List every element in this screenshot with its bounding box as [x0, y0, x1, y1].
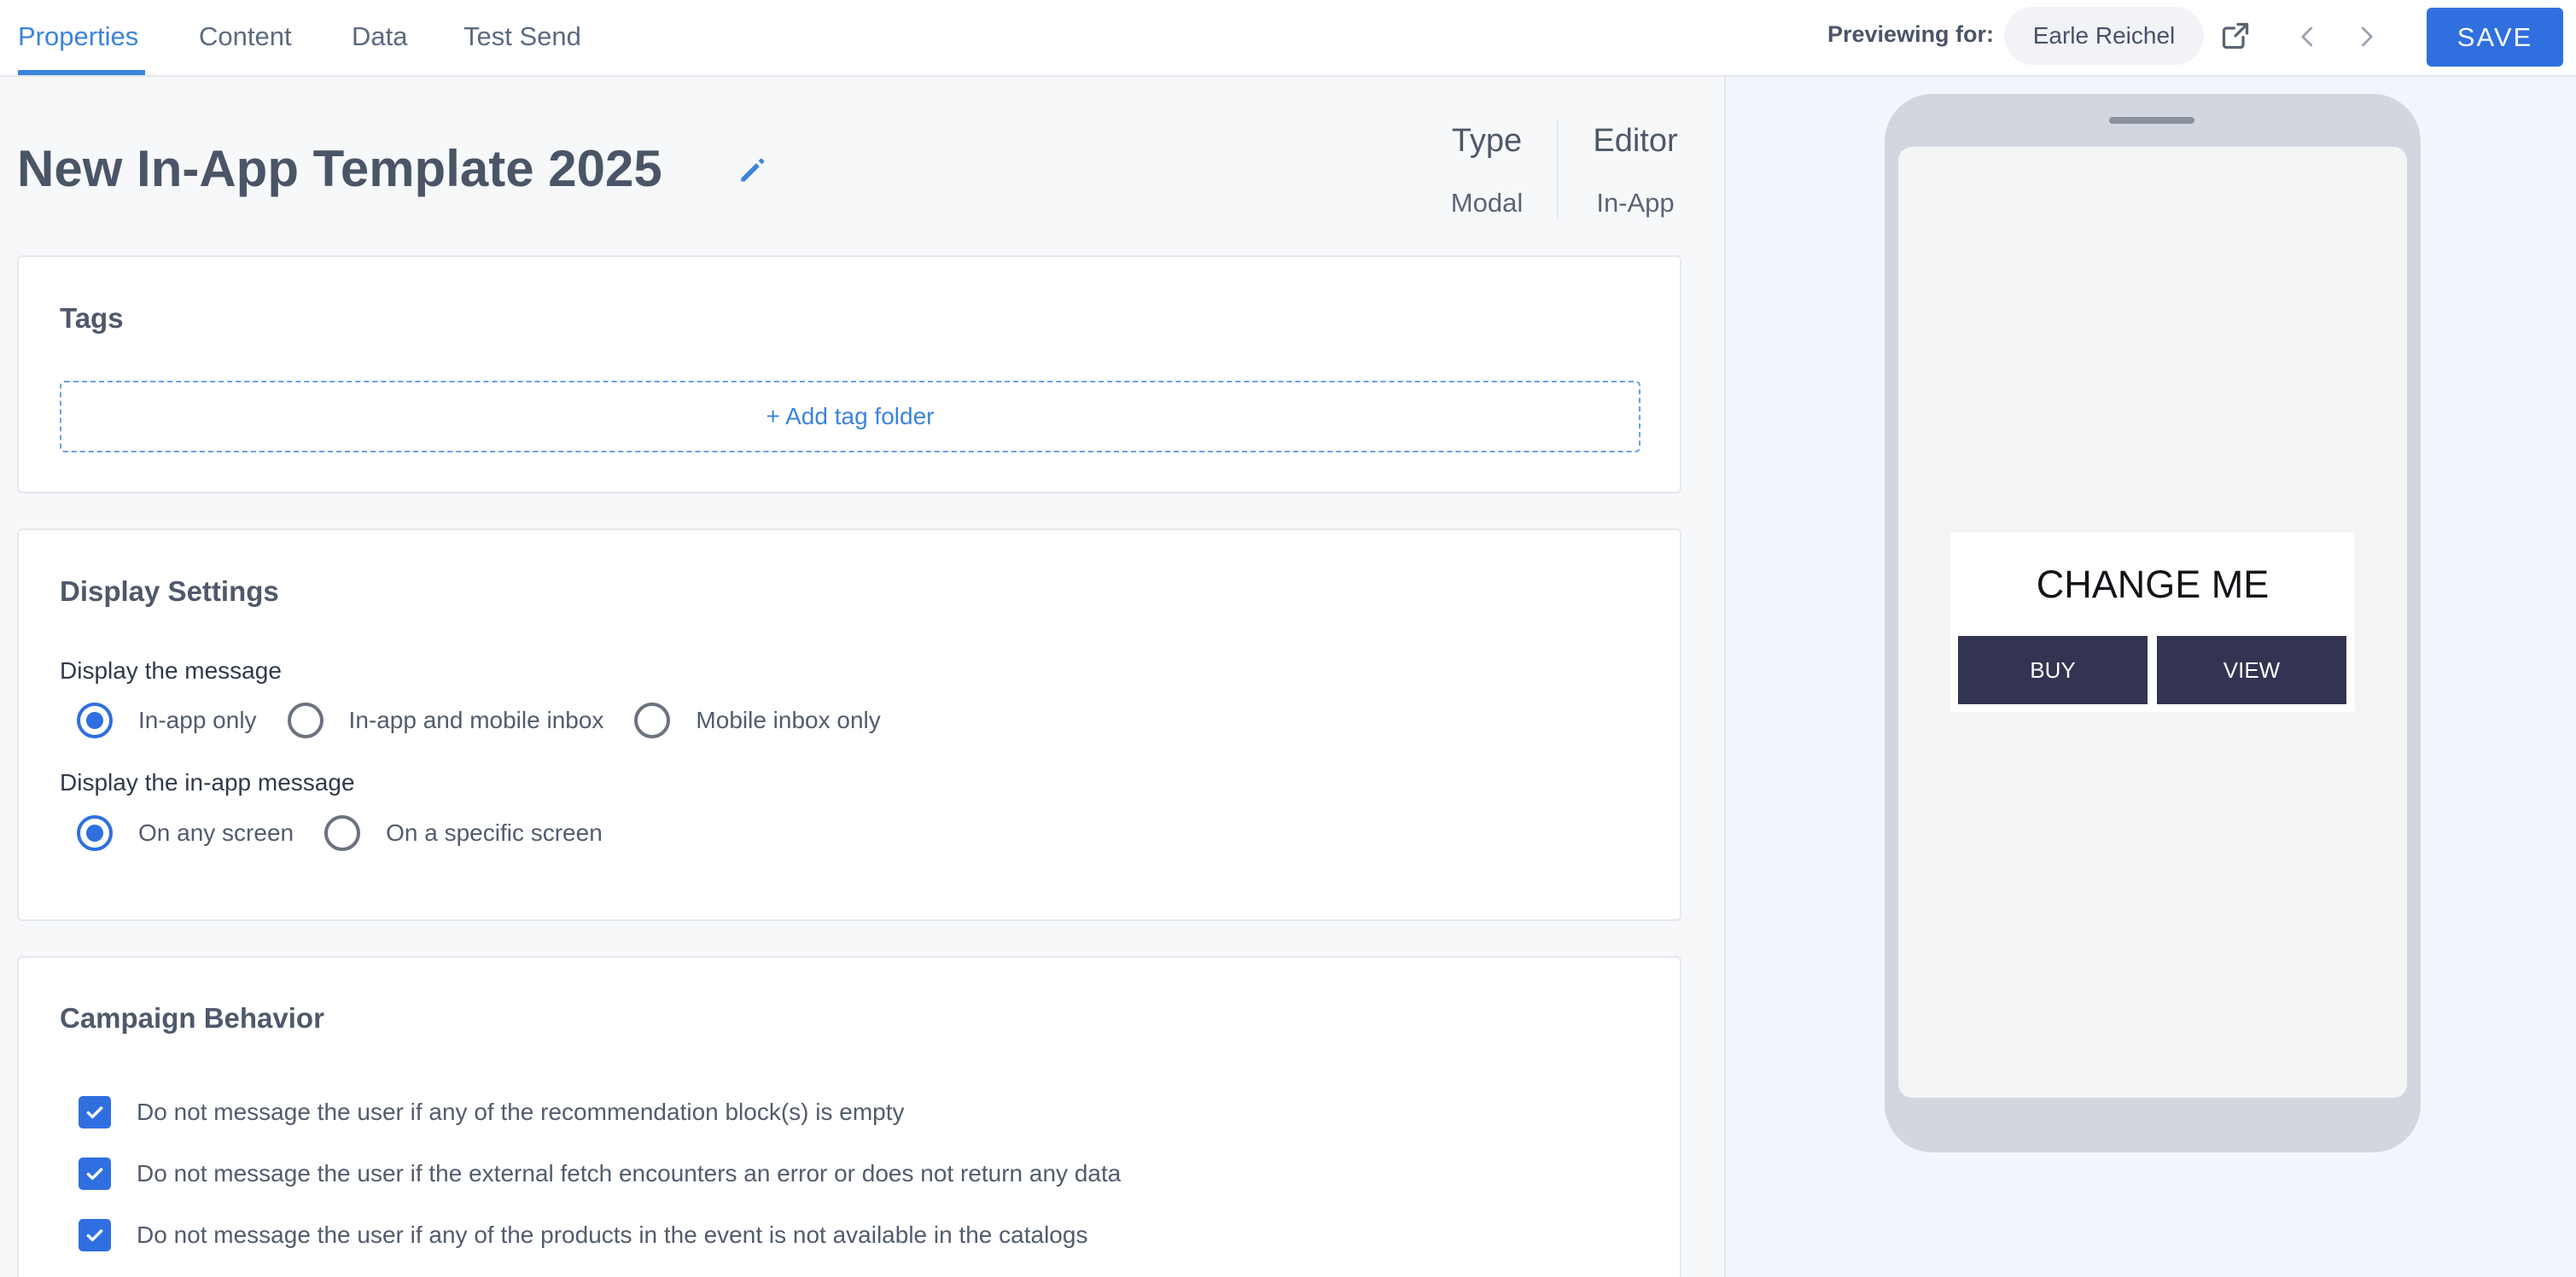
preview-user-selector[interactable]: Earle Reichel — [2004, 7, 2204, 65]
radio-label: Mobile inbox only — [696, 707, 881, 733]
modal-buy-button[interactable]: BUY — [1958, 636, 2148, 704]
tab-data[interactable]: Data — [352, 0, 407, 75]
page-title: New In-App Template 2025 — [17, 140, 662, 197]
pencil-icon[interactable] — [736, 155, 768, 187]
check-empty-recommendation[interactable]: Do not message the user if any of the re… — [79, 1095, 905, 1129]
modal-title: CHANGE ME — [2036, 563, 2270, 606]
checkbox-label: Do not message the user if the external … — [137, 1160, 1122, 1187]
radio-label: In-app only — [138, 707, 257, 733]
radio-unchecked-icon[interactable] — [287, 703, 323, 738]
check-products-unavailable[interactable]: Do not message the user if any of the pr… — [79, 1218, 1087, 1252]
external-link-icon[interactable] — [2220, 20, 2251, 51]
editor-heading: Editor — [1593, 123, 1678, 159]
campaign-behavior-title: Campaign Behavior — [60, 1002, 324, 1034]
checkbox-checked-icon[interactable] — [79, 1096, 111, 1128]
radio-checked-icon[interactable] — [77, 815, 113, 851]
tab-test-send[interactable]: Test Send — [463, 0, 581, 75]
radio-label: On a specific screen — [386, 819, 603, 846]
radio-label: On any screen — [138, 819, 294, 846]
display-message-label: Display the message — [60, 657, 282, 684]
chevron-right-icon[interactable] — [2353, 22, 2379, 51]
type-heading: Type — [1451, 123, 1523, 159]
top-bar: Properties Content Data Test Send Previe… — [0, 0, 2576, 77]
radio-on-specific-screen[interactable]: On a specific screen — [324, 815, 603, 851]
radio-checked-icon[interactable] — [77, 703, 113, 738]
check-external-fetch-error[interactable]: Do not message the user if the external … — [79, 1157, 1121, 1191]
tab-content[interactable]: Content — [199, 0, 292, 75]
checkbox-label: Do not message the user if any of the re… — [137, 1099, 905, 1125]
campaign-behavior-card: Campaign Behavior Do not message the use… — [17, 956, 1681, 1277]
template-type: Type Modal — [1442, 120, 1531, 219]
in-app-modal-preview: CHANGE ME BUY VIEW — [1950, 533, 2355, 712]
tags-card: Tags + Add tag folder — [17, 255, 1681, 493]
display-settings-card: Display Settings Display the message In-… — [17, 528, 1681, 921]
display-in-app-radio-group: On any screen On a specific screen — [77, 814, 633, 852]
radio-in-app-and-mobile-inbox[interactable]: In-app and mobile inbox — [287, 703, 604, 738]
radio-mobile-inbox-only[interactable]: Mobile inbox only — [634, 703, 881, 738]
previewing-for-label: Previewing for: — [1827, 21, 1995, 47]
checkbox-checked-icon[interactable] — [79, 1219, 111, 1251]
template-editor: Editor In-App — [1589, 120, 1681, 219]
editor-value: In-App — [1596, 188, 1675, 218]
tab-properties[interactable]: Properties — [18, 0, 145, 75]
display-settings-title: Display Settings — [60, 575, 279, 607]
checkbox-checked-icon[interactable] — [79, 1157, 111, 1190]
chevron-left-icon[interactable] — [2295, 22, 2321, 51]
radio-on-any-screen[interactable]: On any screen — [77, 815, 294, 851]
phone-speaker — [2109, 117, 2194, 124]
tags-title: Tags — [60, 302, 124, 334]
add-tag-folder-button[interactable]: + Add tag folder — [60, 381, 1641, 452]
radio-unchecked-icon[interactable] — [634, 703, 671, 738]
radio-unchecked-icon[interactable] — [324, 815, 361, 851]
type-value: Modal — [1450, 188, 1524, 218]
radio-in-app-only[interactable]: In-app only — [77, 703, 257, 738]
save-button[interactable]: SAVE — [2427, 8, 2563, 67]
checkbox-label: Do not message the user if any of the pr… — [137, 1222, 1088, 1248]
radio-label: In-app and mobile inbox — [348, 707, 604, 733]
meta-divider — [1557, 120, 1559, 219]
modal-view-button[interactable]: VIEW — [2157, 636, 2346, 704]
display-message-radio-group: In-app only In-app and mobile inbox Mobi… — [77, 702, 912, 739]
display-in-app-label: Display the in-app message — [60, 769, 355, 796]
